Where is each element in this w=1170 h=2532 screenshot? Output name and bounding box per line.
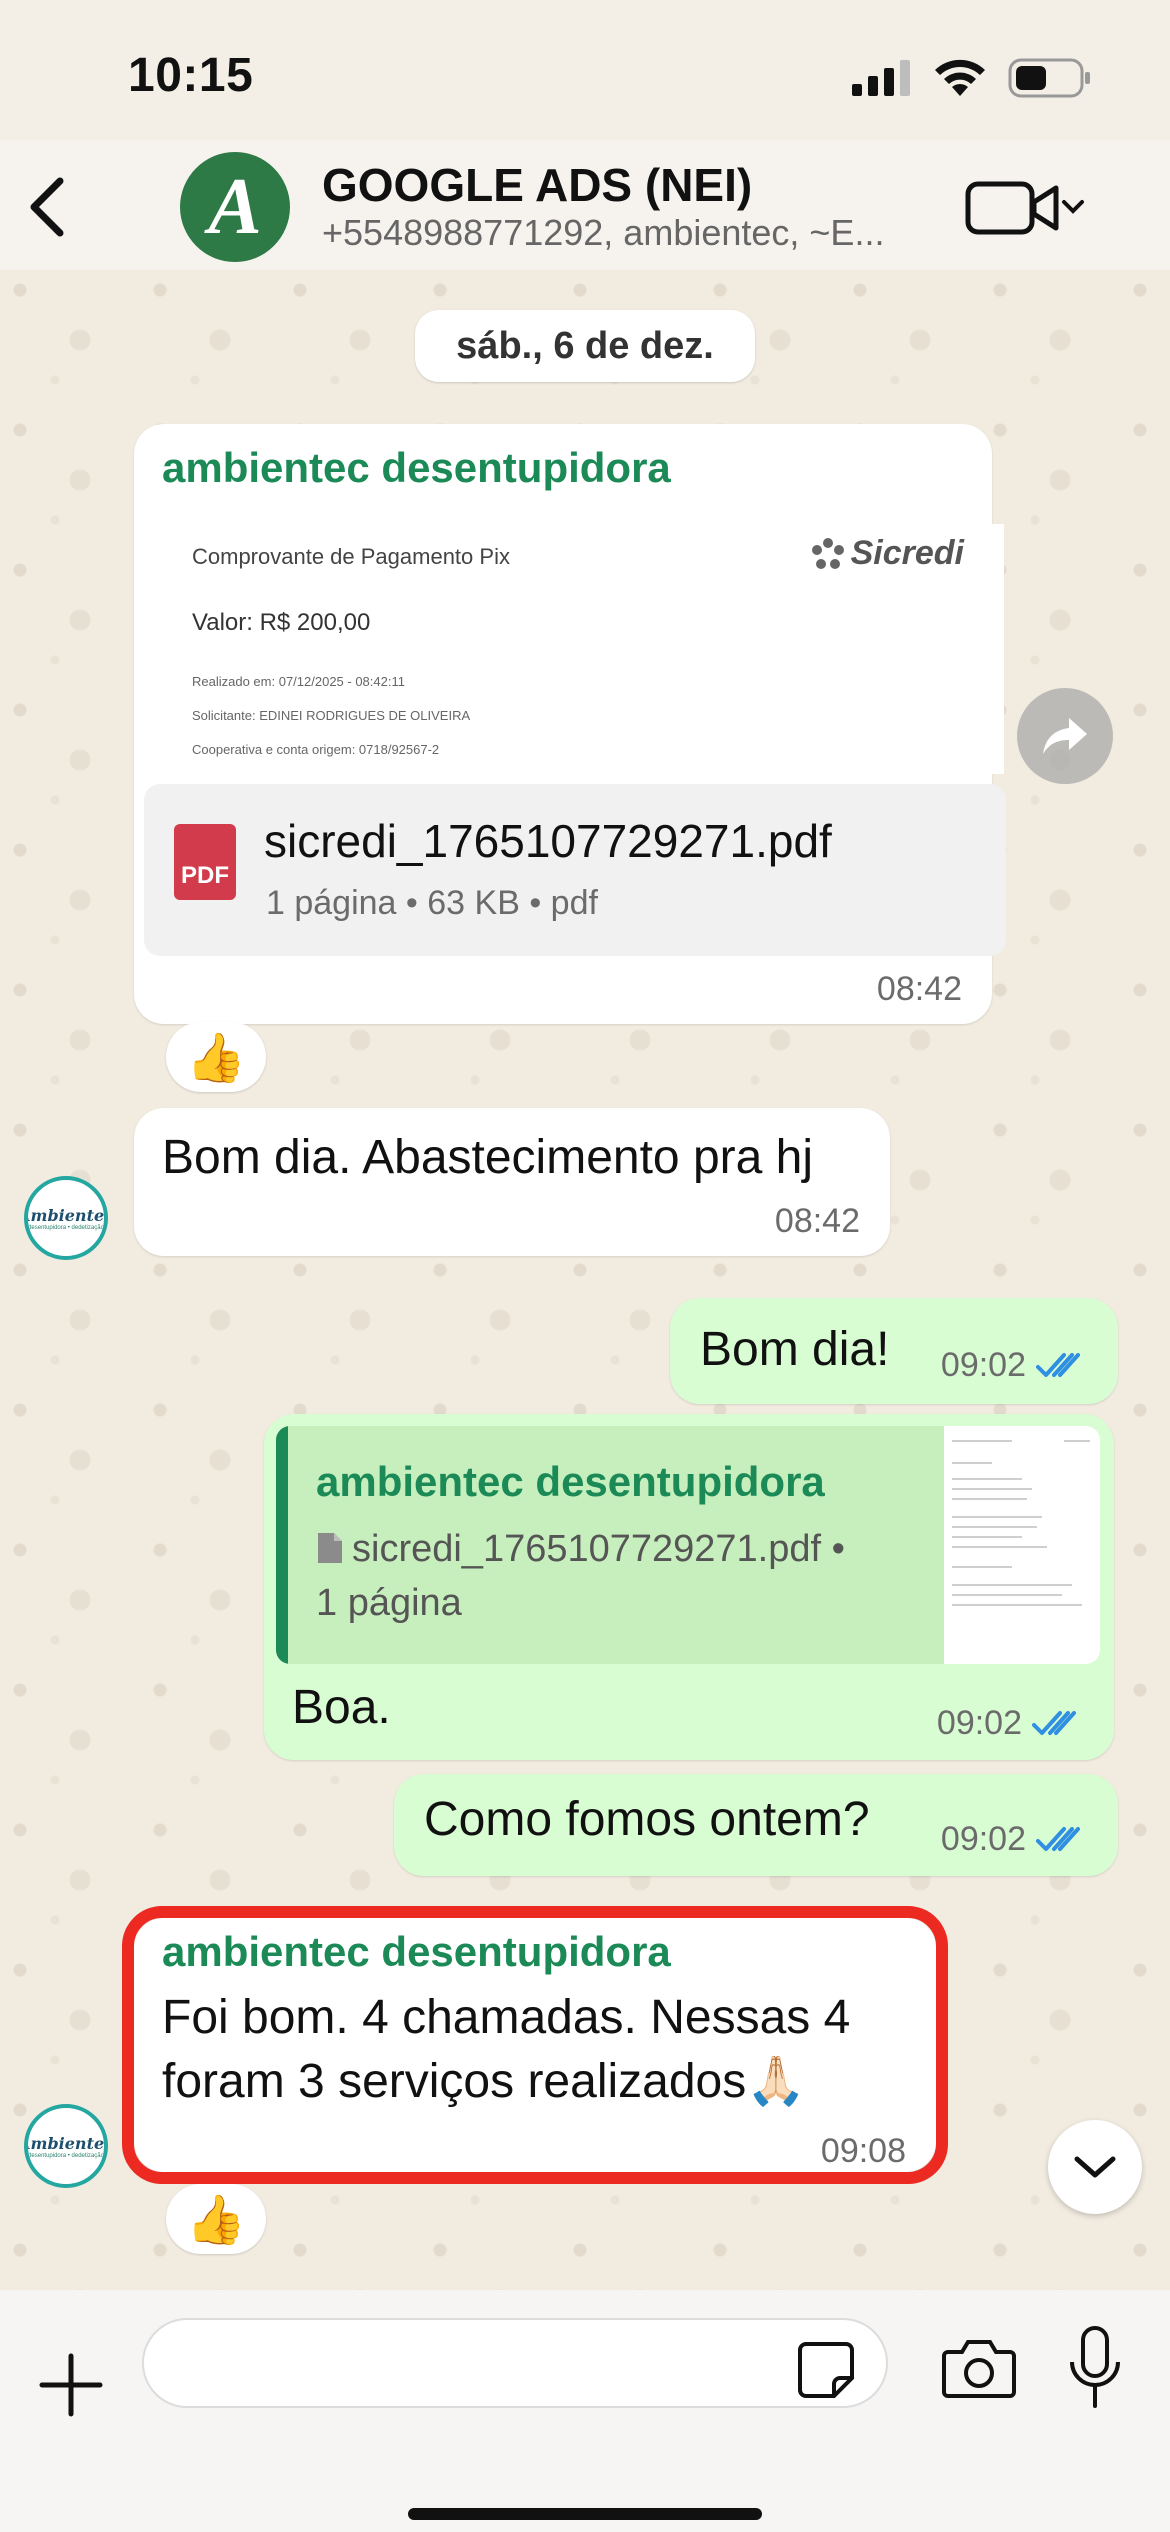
reaction-badge[interactable]: 👍 [166, 1022, 266, 1092]
battery-icon [1008, 58, 1090, 98]
status-bar: 10:15 [0, 0, 1170, 140]
message-text: Foi bom. 4 chamadas. Nessas 4 foram 3 se… [162, 1991, 851, 2108]
read-receipt-icon [1036, 1352, 1080, 1377]
message-time-text: 08:42 [774, 1202, 860, 1240]
message-bubble-outgoing[interactable]: Como fomos ontem? 09:02 [394, 1774, 1118, 1876]
message-bubble-incoming[interactable]: Bom dia. Abastecimento pra hj 08:42 [134, 1108, 890, 1256]
chat-header: A GOOGLE ADS (NEI) +5548988771292, ambie… [0, 140, 1170, 270]
message-text: Bom dia! [700, 1323, 890, 1376]
sticker-icon[interactable] [796, 2340, 856, 2400]
chat-title[interactable]: GOOGLE ADS (NEI) [322, 158, 752, 212]
message-time-text: 08:42 [876, 970, 962, 1008]
contact-avatar[interactable]: Ambientec desentupidora • dedetização [24, 1176, 108, 1260]
message-time-text: 09:08 [820, 2132, 906, 2170]
message-time-text: 09:02 [940, 1346, 1026, 1384]
message-time-text: 09:02 [936, 1704, 1022, 1742]
avatar-logo-subtitle: desentupidora • dedetização [28, 1224, 104, 1231]
home-indicator [408, 2508, 762, 2520]
avatar-logo-subtitle: desentupidora • dedetização [28, 2152, 104, 2159]
message-composer [0, 2290, 1170, 2532]
message-bubble-incoming[interactable]: ambientec desentupidora Foi bom. 4 chama… [134, 1918, 936, 2172]
quoted-text-content: sicredi_1765107729271.pdf • 1 página [316, 1528, 845, 1624]
receipt-line: Realizado em: 07/12/2025 - 08:42:11 [192, 674, 405, 689]
receipt-line: Cooperativa e conta origem: 0718/92567-2 [192, 742, 440, 757]
message-time: 08:42 [775, 1202, 860, 1241]
video-call-icon[interactable] [964, 178, 1084, 238]
message-text: Como fomos ontem? [424, 1793, 870, 1846]
pdf-file-icon: PDF [174, 824, 236, 900]
receipt-title: Comprovante de Pagamento Pix [192, 544, 510, 569]
receipt-value: Valor: R$ 200,00 [192, 609, 371, 636]
back-chevron-icon[interactable] [22, 175, 72, 239]
group-avatar[interactable]: A [180, 152, 290, 262]
read-receipt-icon [1032, 1710, 1076, 1735]
quoted-document-thumbnail [944, 1426, 1100, 1664]
microphone-icon[interactable] [1068, 2326, 1122, 2410]
forward-button[interactable] [1017, 688, 1113, 784]
document-file-name: sicredi_1765107729271.pdf [264, 815, 832, 867]
message-time: 09:02 [941, 1820, 1088, 1859]
chevron-down-icon [1074, 2156, 1116, 2178]
message-input[interactable] [142, 2318, 888, 2408]
message-time: 09:08 [821, 2132, 906, 2171]
sicredi-logo-icon [811, 537, 844, 569]
status-time: 10:15 [128, 49, 254, 102]
chat-participants[interactable]: +5548988771292, ambientec, ~E... [322, 212, 884, 254]
document-file-card[interactable]: PDF sicredi_1765107729271.pdf 1 página •… [144, 784, 1006, 956]
contact-avatar[interactable]: Ambientec desentupidora • dedetização [24, 2104, 108, 2188]
wifi-icon [935, 59, 985, 96]
read-receipt-icon [1036, 1826, 1080, 1851]
avatar-logo-text: Ambientec [28, 2133, 105, 2153]
sender-name[interactable]: ambientec desentupidora [162, 444, 671, 492]
avatar-logo-text: Ambientec [28, 1205, 105, 1225]
plus-icon[interactable] [38, 2352, 104, 2418]
reaction-badge[interactable]: 👍 [166, 2184, 266, 2254]
quote-accent-bar [276, 1426, 288, 1664]
message-time: 09:02 [941, 1346, 1088, 1385]
quoted-message[interactable]: ambientec desentupidora sicredi_17651077… [276, 1426, 1100, 1664]
message-time: 09:02 [937, 1704, 1084, 1743]
cellular-signal-icon [852, 60, 910, 96]
message-bubble-outgoing[interactable]: Bom dia! 09:02 [670, 1298, 1118, 1404]
message-time: 08:42 [877, 970, 962, 1009]
camera-icon[interactable] [942, 2336, 1016, 2400]
quoted-text: sicredi_1765107729271.pdf • 1 página [316, 1522, 876, 1630]
message-bubble-reply[interactable]: ambientec desentupidora sicredi_17651077… [264, 1414, 1114, 1760]
message-text: Bom dia. Abastecimento pra hj [162, 1131, 814, 1184]
scroll-to-bottom-button[interactable] [1048, 2120, 1142, 2214]
sicredi-logo: Sicredi [811, 534, 964, 573]
date-separator: sáb., 6 de dez. [415, 310, 755, 382]
message-text: Boa. [292, 1681, 391, 1734]
quoted-sender: ambientec desentupidora [316, 1458, 825, 1505]
message-time-text: 09:02 [940, 1820, 1026, 1858]
message-bubble-document[interactable]: ambientec desentupidora Comprovante de P… [134, 424, 1006, 1024]
document-preview[interactable]: Comprovante de Pagamento Pix Sicredi Val… [162, 524, 1004, 774]
sender-name[interactable]: ambientec desentupidora [162, 1928, 671, 1976]
document-icon [318, 1533, 342, 1563]
sicredi-logo-text: Sicredi [850, 534, 964, 572]
document-file-info: 1 página • 63 KB • pdf [266, 884, 598, 922]
forward-arrow-icon [1043, 718, 1087, 754]
receipt-line: Solicitante: EDINEI RODRIGUES DE OLIVEIR… [192, 708, 471, 723]
